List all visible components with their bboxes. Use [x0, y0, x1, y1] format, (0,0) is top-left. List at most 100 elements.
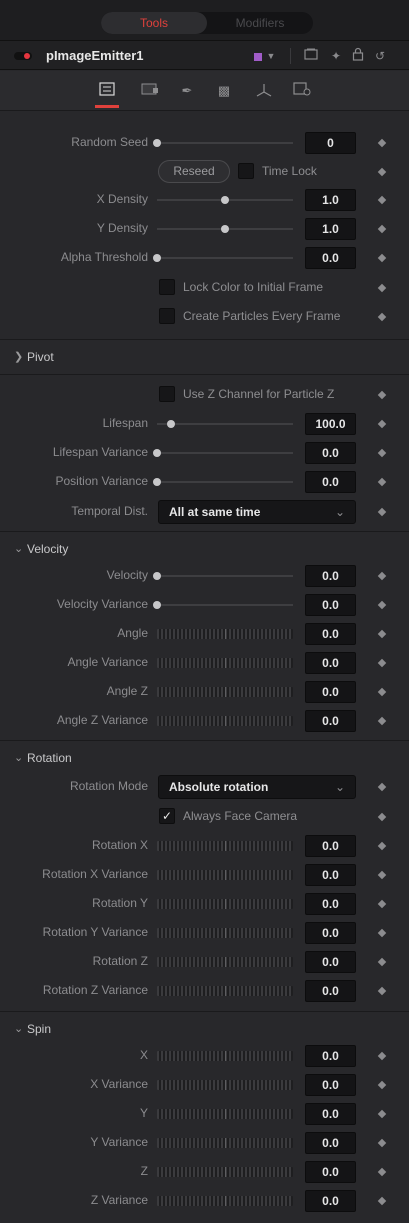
- angle-thumbwheel[interactable]: [157, 629, 293, 639]
- alpha-threshold-slider[interactable]: [153, 254, 293, 262]
- angle-variance-input[interactable]: 0.0: [305, 652, 356, 674]
- angle-z-thumbwheel[interactable]: [157, 687, 293, 697]
- x-density-input[interactable]: 1.0: [305, 189, 356, 211]
- slider-knob[interactable]: [153, 139, 161, 147]
- particle-icon[interactable]: ▩: [214, 82, 234, 100]
- keyframe-diamond-icon[interactable]: [377, 870, 387, 880]
- velocity-input[interactable]: 0.0: [305, 565, 356, 587]
- lifespan-variance-input[interactable]: 0.0: [305, 442, 356, 464]
- y-density-slider[interactable]: [157, 225, 293, 233]
- position-variance-input[interactable]: 0.0: [305, 471, 356, 493]
- x-density-slider[interactable]: [157, 196, 293, 204]
- rotation-y-variance-thumbwheel[interactable]: [157, 928, 293, 938]
- spin-y-variance-thumbwheel[interactable]: [157, 1138, 293, 1148]
- lock-color-checkbox[interactable]: [159, 279, 175, 295]
- rotation-x-input[interactable]: 0.0: [305, 835, 356, 857]
- face-camera-checkbox[interactable]: ✓: [159, 808, 175, 824]
- keyframe-diamond-icon[interactable]: [377, 629, 387, 639]
- settings-icon[interactable]: [292, 82, 312, 100]
- keyframe-diamond-icon[interactable]: [377, 283, 387, 293]
- rotation-x-variance-input[interactable]: 0.0: [305, 864, 356, 886]
- angle-z-variance-thumbwheel[interactable]: [157, 716, 293, 726]
- pin-icon[interactable]: ✦: [328, 47, 344, 65]
- alpha-threshold-input[interactable]: 0.0: [305, 247, 356, 269]
- keyframe-diamond-icon[interactable]: [377, 195, 387, 205]
- brush-icon[interactable]: ✒: [177, 82, 197, 100]
- spin-z-input[interactable]: 0.0: [305, 1161, 356, 1183]
- spin-y-variance-input[interactable]: 0.0: [305, 1132, 356, 1154]
- spin-y-input[interactable]: 0.0: [305, 1103, 356, 1125]
- lock-icon[interactable]: [350, 47, 366, 65]
- rotation-z-variance-input[interactable]: 0.0: [305, 980, 356, 1002]
- rotation-y-variance-input[interactable]: 0.0: [305, 922, 356, 944]
- versions-icon[interactable]: [303, 47, 319, 65]
- position-variance-slider[interactable]: [153, 478, 293, 486]
- rotation-mode-dropdown[interactable]: Absolute rotation ⌄: [158, 775, 356, 799]
- spin-x-variance-input[interactable]: 0.0: [305, 1074, 356, 1096]
- style-icon[interactable]: [140, 82, 160, 100]
- slider-knob[interactable]: [166, 420, 175, 428]
- spin-x-input[interactable]: 0.0: [305, 1045, 356, 1067]
- y-density-input[interactable]: 1.0: [305, 218, 356, 240]
- lifespan-input[interactable]: 100.0: [305, 413, 356, 435]
- keyframe-diamond-icon[interactable]: [377, 658, 387, 668]
- keyframe-diamond-icon[interactable]: [377, 138, 387, 148]
- keyframe-diamond-icon[interactable]: [377, 957, 387, 967]
- keyframe-diamond-icon[interactable]: [377, 600, 387, 610]
- rotation-y-input[interactable]: 0.0: [305, 893, 356, 915]
- angle-z-input[interactable]: 0.0: [305, 681, 356, 703]
- node-name[interactable]: pImageEmitter1: [46, 48, 144, 63]
- spin-x-variance-thumbwheel[interactable]: [157, 1080, 293, 1090]
- spin-z-thumbwheel[interactable]: [157, 1167, 293, 1177]
- color-swatch-icon[interactable]: [252, 47, 264, 65]
- slider-knob[interactable]: [153, 254, 161, 262]
- rotation-section-header[interactable]: ⌄ Rotation: [0, 741, 409, 775]
- rotation-z-thumbwheel[interactable]: [157, 957, 293, 967]
- rotation-y-thumbwheel[interactable]: [157, 899, 293, 909]
- keyframe-diamond-icon[interactable]: [377, 224, 387, 234]
- lifespan-slider[interactable]: [157, 420, 293, 428]
- velocity-variance-slider[interactable]: [153, 601, 293, 609]
- slider-knob[interactable]: [153, 601, 161, 609]
- chevron-down-icon[interactable]: ▼: [265, 47, 277, 65]
- keyframe-diamond-icon[interactable]: [377, 571, 387, 581]
- slider-knob[interactable]: [221, 196, 229, 204]
- keyframe-diamond-icon[interactable]: [377, 928, 387, 938]
- random-seed-input[interactable]: 0: [305, 132, 356, 154]
- keyframe-diamond-icon[interactable]: [377, 1196, 387, 1206]
- tab-tools[interactable]: Tools: [101, 12, 207, 34]
- slider-knob[interactable]: [221, 225, 229, 233]
- angle-z-variance-input[interactable]: 0.0: [305, 710, 356, 732]
- spin-x-thumbwheel[interactable]: [157, 1051, 293, 1061]
- create-particles-checkbox[interactable]: [159, 308, 175, 324]
- keyframe-diamond-icon[interactable]: [377, 477, 387, 487]
- temporal-dist-dropdown[interactable]: All at same time ⌄: [158, 500, 356, 524]
- keyframe-diamond-icon[interactable]: [377, 687, 387, 697]
- rotation-z-input[interactable]: 0.0: [305, 951, 356, 973]
- slider-knob[interactable]: [153, 478, 161, 486]
- keyframe-diamond-icon[interactable]: [377, 1051, 387, 1061]
- lifespan-variance-slider[interactable]: [153, 449, 293, 457]
- reseed-button[interactable]: Reseed: [158, 160, 230, 183]
- keyframe-diamond-icon[interactable]: [377, 841, 387, 851]
- keyframe-diamond-icon[interactable]: [377, 167, 387, 177]
- angle-input[interactable]: 0.0: [305, 623, 356, 645]
- rotation-x-thumbwheel[interactable]: [157, 841, 293, 851]
- keyframe-diamond-icon[interactable]: [377, 1080, 387, 1090]
- keyframe-diamond-icon[interactable]: [377, 716, 387, 726]
- keyframe-diamond-icon[interactable]: [377, 1109, 387, 1119]
- keyframe-diamond-icon[interactable]: [377, 1167, 387, 1177]
- rotation-x-variance-thumbwheel[interactable]: [157, 870, 293, 880]
- use-z-checkbox[interactable]: [159, 386, 175, 402]
- controls-icon[interactable]: [97, 82, 117, 100]
- keyframe-diamond-icon[interactable]: [377, 419, 387, 429]
- keyframe-diamond-icon[interactable]: [377, 899, 387, 909]
- keyframe-diamond-icon[interactable]: [377, 782, 387, 792]
- transform-axis-icon[interactable]: [254, 82, 274, 100]
- velocity-variance-input[interactable]: 0.0: [305, 594, 356, 616]
- spin-z-variance-input[interactable]: 0.0: [305, 1190, 356, 1212]
- keyframe-diamond-icon[interactable]: [377, 253, 387, 263]
- keyframe-diamond-icon[interactable]: [377, 448, 387, 458]
- slider-knob[interactable]: [153, 572, 161, 580]
- keyframe-diamond-icon[interactable]: [377, 390, 387, 400]
